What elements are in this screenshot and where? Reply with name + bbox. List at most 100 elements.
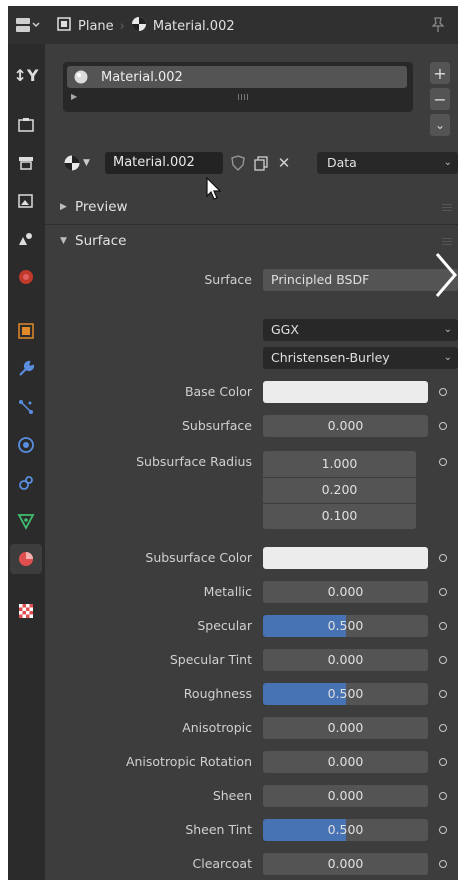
anisotropic-rotation-slider[interactable]: 0.000 [263, 751, 428, 773]
specular-tint-value: 0.000 [327, 652, 364, 667]
sheen-tint-link-icon[interactable] [433, 819, 453, 841]
view-layer-icon [18, 194, 33, 208]
tab-particles[interactable] [10, 392, 42, 422]
tab-material[interactable] [10, 544, 42, 574]
base-color-swatch[interactable] [263, 381, 428, 403]
list-resize-handle[interactable] [238, 94, 250, 100]
metallic-slider[interactable]: 0.000 [263, 581, 428, 603]
wrench-icon [19, 360, 35, 376]
drag-grip-icon[interactable] [442, 203, 452, 211]
unlink-icon[interactable]: ✕ [273, 152, 295, 174]
anisotropic-rotation-label: Anisotropic Rotation [125, 754, 252, 769]
subsurface-radius-x-field[interactable]: 1.000 [263, 451, 416, 478]
preview-section-header[interactable]: ▶ Preview [45, 192, 458, 222]
material-slot-item[interactable]: Material.002 [67, 66, 407, 88]
material-slot-list[interactable]: Material.002 ▶ [63, 62, 413, 112]
tab-view-layer[interactable] [10, 186, 42, 216]
scene-icon [19, 233, 32, 245]
add-slot-button[interactable]: + [430, 62, 450, 84]
subsurface-radius-link-icon[interactable] [433, 451, 453, 473]
tab-render[interactable] [10, 110, 42, 140]
sheen-link-icon[interactable] [433, 785, 453, 807]
anisotropic-row: Anisotropic 0.000 [45, 714, 458, 742]
tab-modifiers[interactable] [10, 354, 42, 384]
subsurface-radius-y-field[interactable]: 0.200 [263, 477, 416, 504]
sheen-tint-label: Sheen Tint [185, 822, 252, 837]
distribution-row: GGX ⌄ [45, 316, 458, 344]
roughness-row: Roughness 0.500 [45, 680, 458, 708]
pin-icon[interactable] [428, 16, 448, 34]
base-color-link-icon[interactable] [433, 381, 453, 403]
material-sphere-icon [64, 155, 80, 171]
sheen-slider[interactable]: 0.000 [263, 785, 428, 807]
roughness-link-icon[interactable] [433, 683, 453, 705]
specular-value: 0.500 [327, 618, 364, 633]
anisotropic-slider[interactable]: 0.000 [263, 717, 428, 739]
anisotropic-label: Anisotropic [182, 720, 252, 735]
subsurface-method-row: Christensen-Burley ⌄ [45, 344, 458, 372]
subsurface-link-icon[interactable] [433, 415, 453, 437]
surface-shader-value: Principled BSDF [271, 272, 370, 287]
material-browse-button[interactable]: ▼ [63, 152, 101, 174]
metallic-link-icon[interactable] [433, 581, 453, 603]
sheen-tint-slider[interactable]: 0.500 [263, 819, 428, 841]
anisotropic-rotation-link-icon[interactable] [433, 751, 453, 773]
editor-type-menu[interactable] [14, 14, 42, 36]
tab-data[interactable] [10, 506, 42, 536]
specular-label: Specular [197, 618, 252, 633]
roughness-slider[interactable]: 0.500 [263, 683, 428, 705]
anisotropic-rotation-row: Anisotropic Rotation 0.000 [45, 748, 458, 776]
properties-editor: Plane › Material.002 ↕Y Material.002 ▶ +… [8, 6, 458, 880]
specular-tint-link-icon[interactable] [433, 649, 453, 671]
tab-texture[interactable] [10, 596, 42, 626]
tab-constraints[interactable] [10, 468, 42, 498]
slot-specials-button[interactable]: ⌄ [430, 114, 450, 136]
subsurface-radius-label: Subsurface Radius [136, 454, 252, 469]
specular-tint-slider[interactable]: 0.000 [263, 649, 428, 671]
surface-section-header[interactable]: ▼ Surface [45, 226, 458, 256]
subsurface-radius-z-field[interactable]: 0.100 [263, 503, 416, 529]
specular-slider[interactable]: 0.500 [263, 615, 428, 637]
subsurface-color-swatch[interactable] [263, 547, 428, 569]
chevron-down-icon: ▼ [83, 158, 90, 168]
anisotropic-link-icon[interactable] [433, 717, 453, 739]
link-dropdown[interactable]: Data ⌄ [317, 152, 458, 174]
metallic-row: Metallic 0.000 [45, 578, 458, 606]
tab-physics[interactable] [10, 430, 42, 460]
editor-header: Plane › Material.002 [8, 6, 458, 44]
chevron-right-icon [435, 253, 457, 297]
tab-tool[interactable]: ↕Y [10, 60, 42, 90]
distribution-value: GGX [271, 322, 299, 337]
subsurface-field[interactable]: 0.000 [263, 415, 428, 437]
subsurface-radius-row: Subsurface Radius 1.000 0.200 0.100 [45, 448, 458, 534]
output-icon [19, 157, 33, 170]
sheen-row: Sheen 0.000 [45, 782, 458, 810]
material-sphere-icon [74, 70, 88, 84]
sheen-tint-row: Sheen Tint 0.500 [45, 816, 458, 844]
clearcoat-link-icon[interactable] [433, 853, 453, 875]
material-name-field[interactable]: Material.002 [105, 152, 223, 174]
subsurface-color-link-icon[interactable] [433, 547, 453, 569]
duplicate-icon[interactable] [250, 152, 272, 174]
list-filter-toggle-icon[interactable]: ▶ [71, 92, 77, 101]
fake-user-icon[interactable] [227, 152, 249, 174]
remove-slot-button[interactable]: − [430, 88, 450, 110]
clearcoat-slider[interactable]: 0.000 [263, 853, 428, 875]
breadcrumb-material: Material.002 [152, 18, 235, 34]
tab-world[interactable] [10, 262, 42, 292]
specular-link-icon[interactable] [433, 615, 453, 637]
tab-output[interactable] [10, 148, 42, 178]
clearcoat-row: Clearcoat 0.000 [45, 850, 458, 878]
subsurface-method-value: Christensen-Burley [271, 350, 390, 365]
chevron-down-icon: ⌄ [443, 324, 452, 335]
distribution-dropdown[interactable]: GGX ⌄ [263, 319, 458, 341]
anisotropic-value: 0.000 [327, 720, 364, 735]
tab-scene[interactable] [10, 224, 42, 254]
subsurface-method-dropdown[interactable]: Christensen-Burley ⌄ [263, 347, 458, 369]
surface-shader-row: Surface Principled BSDF [45, 266, 458, 294]
material-panel: Material.002 ▶ + − ⌄ ▼ Material.002 ✕ Da… [45, 44, 458, 880]
render-icon [18, 118, 34, 132]
surface-shader-dropdown[interactable]: Principled BSDF [263, 269, 458, 291]
tab-object[interactable] [10, 316, 42, 346]
drag-grip-icon[interactable] [442, 237, 452, 245]
